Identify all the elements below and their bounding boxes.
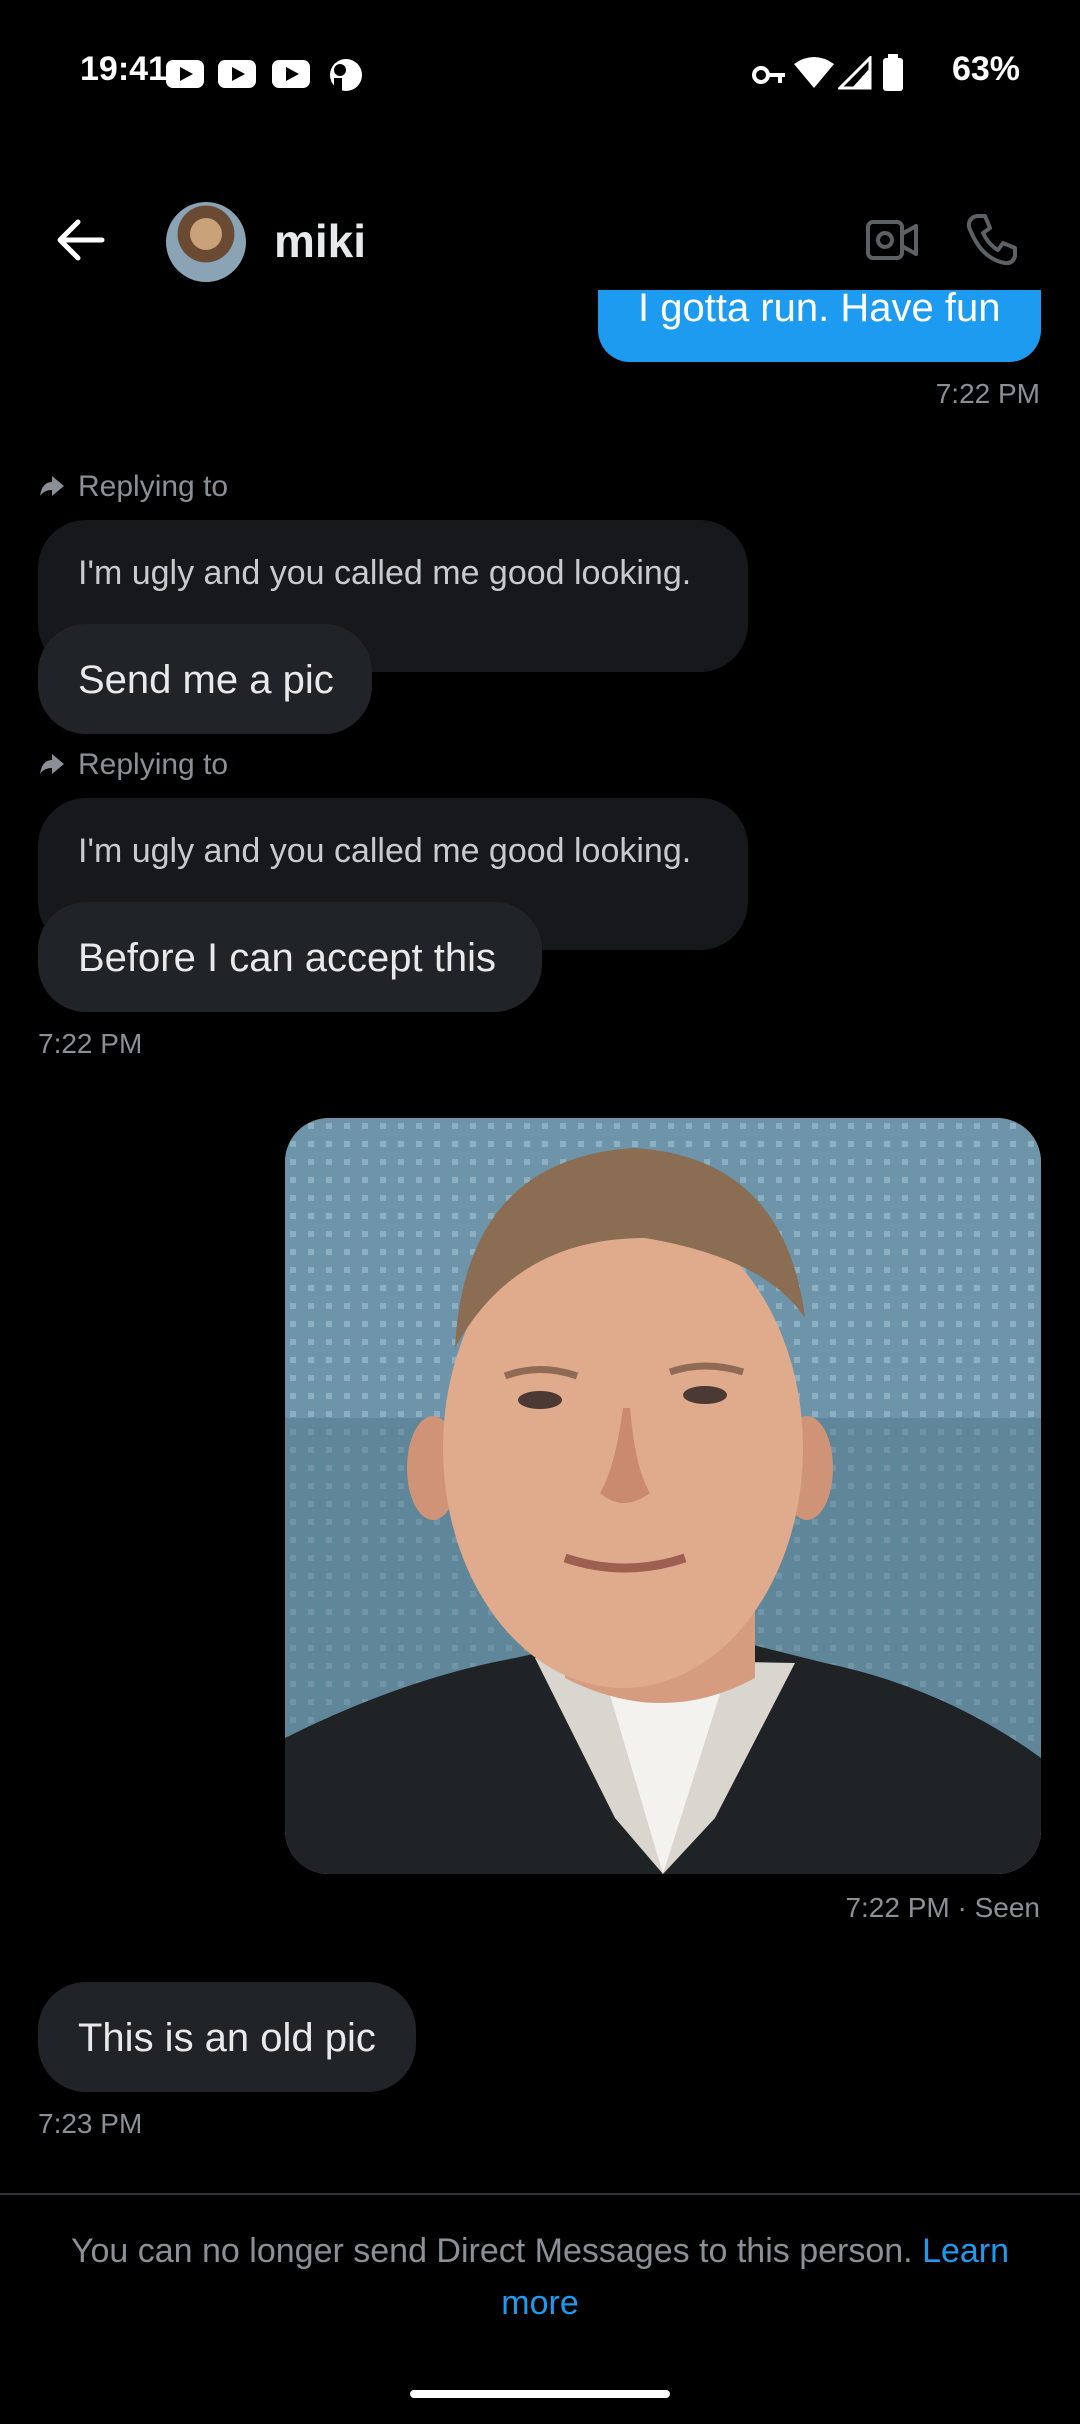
reply-arrow-icon	[40, 476, 64, 496]
incoming-message[interactable]: This is an old pic	[38, 1982, 416, 2092]
incoming-message[interactable]: Send me a pic	[38, 624, 372, 734]
replying-to-label: Replying to	[78, 748, 229, 781]
shared-photo	[285, 1118, 1041, 1874]
replying-to-label: Replying to	[78, 470, 229, 503]
status-bar: 19:41 63%	[0, 0, 1080, 150]
reply-arrow-icon	[40, 754, 64, 774]
message-timestamp-seen: 7:22 PM · Seen	[845, 1892, 1040, 1923]
home-indicator[interactable]	[410, 2390, 670, 2398]
outgoing-message[interactable]: I gotta run. Have fun	[598, 290, 1041, 362]
notice-text: You can no longer send Direct Messages t…	[70, 2232, 913, 2270]
message-text: I gotta run. Have fun	[638, 290, 1001, 330]
status-time: 19:41	[80, 50, 167, 88]
video-call-icon[interactable]	[866, 218, 918, 262]
battery-icon	[883, 54, 903, 91]
contact-avatar[interactable]	[166, 202, 246, 282]
youtube-notification-icon	[166, 60, 204, 88]
dm-disabled-notice: You can no longer send Direct Messages t…	[40, 2225, 1040, 2329]
message-timestamp: 7:22 PM	[38, 1028, 143, 1059]
contact-name[interactable]: miki	[274, 214, 366, 268]
quoted-text: I'm ugly and you called me good looking.	[78, 832, 692, 870]
footer-divider	[0, 2193, 1080, 2195]
wifi-icon	[794, 57, 834, 88]
phone-call-icon[interactable]	[965, 212, 1019, 266]
youtube-notification-icon	[272, 60, 310, 88]
incoming-message[interactable]: Before I can accept this	[38, 902, 542, 1012]
youtube-notification-icon	[218, 60, 256, 88]
message-text: Before I can accept this	[78, 936, 497, 980]
back-arrow-icon[interactable]	[50, 210, 110, 270]
quoted-text: I'm ugly and you called me good looking.	[78, 554, 692, 592]
app-notification-icon	[330, 59, 362, 92]
message-timestamp: 7:22 PM	[935, 378, 1040, 409]
message-text: This is an old pic	[78, 2016, 376, 2060]
vpn-key-icon	[752, 66, 785, 84]
battery-percentage: 63%	[951, 50, 1020, 88]
message-text: Send me a pic	[78, 658, 334, 702]
message-timestamp: 7:23 PM	[38, 2108, 143, 2139]
outgoing-photo-message[interactable]	[285, 1118, 1041, 1874]
cellular-signal-icon	[838, 56, 872, 90]
